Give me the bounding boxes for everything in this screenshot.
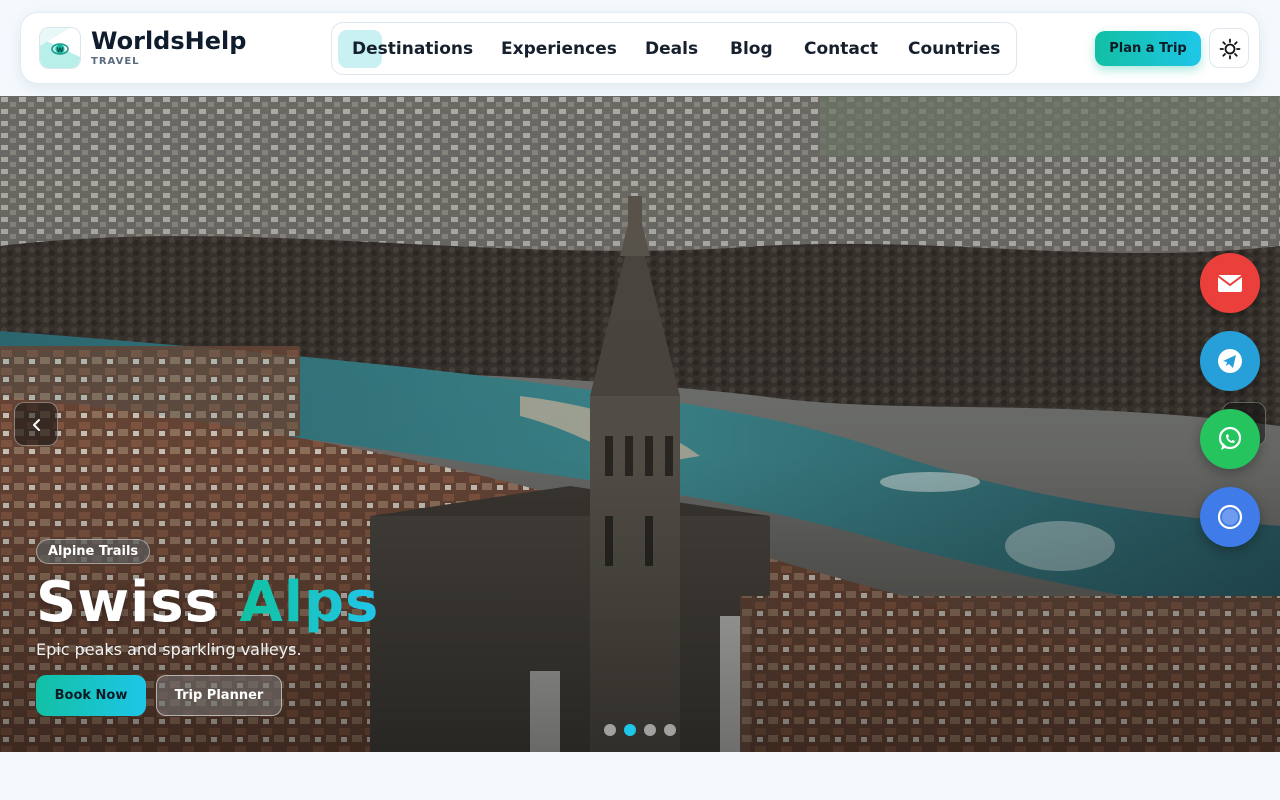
- plan-trip-button[interactable]: Plan a Trip: [1095, 31, 1201, 66]
- brand-tagline: TRAVEL: [91, 56, 140, 67]
- nav-item-destinations[interactable]: Destinations: [352, 39, 473, 59]
- contact-telegram-button[interactable]: [1200, 331, 1260, 391]
- nav-item-countries[interactable]: Countries: [908, 39, 1000, 59]
- hero-title: Swiss Alps: [36, 572, 379, 634]
- nav-item-contact[interactable]: Contact: [804, 39, 878, 59]
- trip-planner-button[interactable]: Trip Planner: [156, 675, 282, 716]
- site-header: W WorldsHelp TRAVEL Destinations Experie…: [20, 12, 1260, 84]
- hero-title-accent: Alps: [239, 570, 380, 635]
- contact-chat-button[interactable]: [1200, 487, 1260, 547]
- globe-logo-icon: W: [39, 27, 81, 69]
- brand[interactable]: W WorldsHelp TRAVEL: [39, 27, 246, 69]
- main-nav: Destinations Experiences Deals Blog Cont…: [331, 22, 1017, 75]
- nav-item-experiences[interactable]: Experiences: [501, 39, 617, 59]
- nav-item-blog[interactable]: Blog: [730, 39, 773, 59]
- chevron-left-icon: [33, 419, 40, 431]
- hero-tag: Alpine Trails: [36, 539, 151, 564]
- slider-dots: [604, 724, 676, 736]
- book-now-button[interactable]: Book Now: [36, 675, 146, 716]
- slider-dot-3[interactable]: [644, 724, 656, 736]
- brand-name: WorldsHelp: [91, 27, 247, 55]
- contact-whatsapp-button[interactable]: [1200, 409, 1260, 469]
- slider-prev-button[interactable]: [14, 402, 58, 446]
- sun-icon: [1219, 38, 1241, 60]
- contact-mail-button[interactable]: [1200, 253, 1260, 313]
- telegram-icon: [1218, 349, 1242, 373]
- hero-slider: Alpine Trails Swiss Alps Epic peaks and …: [0, 96, 1280, 752]
- whatsapp-icon: [1218, 426, 1242, 450]
- mail-icon: [1217, 275, 1243, 292]
- svg-text:W: W: [57, 47, 64, 54]
- slider-dot-1[interactable]: [604, 724, 616, 736]
- hero-subtitle: Epic peaks and sparkling valleys.: [36, 640, 302, 659]
- nav-item-deals[interactable]: Deals: [645, 39, 698, 59]
- chat-icon: [1217, 504, 1243, 530]
- theme-toggle-button[interactable]: [1209, 28, 1249, 68]
- slider-dot-4[interactable]: [664, 724, 676, 736]
- hero-title-main: Swiss: [36, 570, 219, 635]
- slider-dot-2[interactable]: [624, 724, 636, 736]
